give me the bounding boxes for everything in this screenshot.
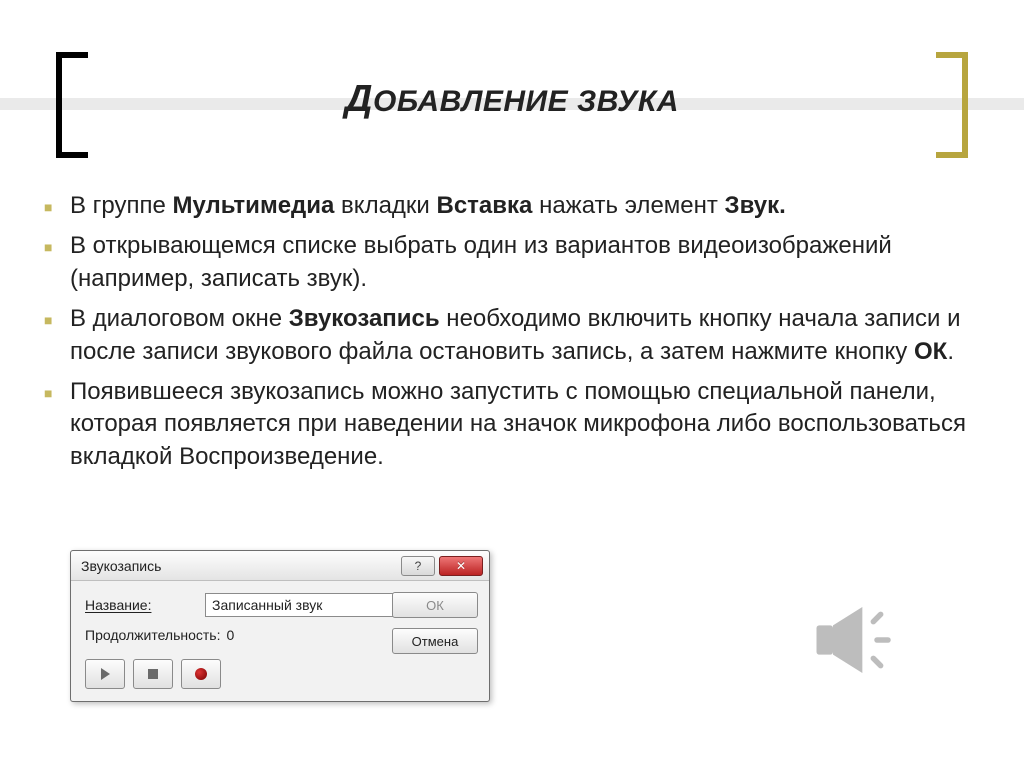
bullet-1-bold-1: Мультимедиа bbox=[173, 192, 335, 219]
transport-controls bbox=[85, 659, 477, 689]
cancel-button[interactable]: Отмена bbox=[392, 628, 478, 654]
close-icon: ✕ bbox=[456, 559, 466, 573]
bullet-3-text-3: . bbox=[947, 338, 954, 365]
bullet-1-text-3: нажать элемент bbox=[532, 192, 724, 219]
title-first-letter: Д bbox=[345, 78, 373, 120]
duration-label: Продолжительность: bbox=[85, 627, 220, 643]
help-button[interactable]: ? bbox=[401, 556, 435, 576]
bullet-3-bold-1: Звукозапись bbox=[289, 305, 440, 332]
bullet-3-bold-2: ОК bbox=[914, 338, 947, 365]
name-label: Название: bbox=[85, 597, 205, 613]
play-button[interactable] bbox=[85, 659, 125, 689]
record-icon bbox=[195, 668, 207, 680]
speaker-icon bbox=[800, 585, 910, 700]
slide-body: В группе Мультимедиа вкладки Вставка наж… bbox=[40, 190, 990, 481]
name-field-value: Записанный звук bbox=[212, 597, 322, 613]
play-icon bbox=[101, 668, 110, 680]
slide: ДОБАВЛЕНИЕ ЗВУКА В группе Мультимедиа вк… bbox=[0, 0, 1024, 768]
bullet-3: В диалоговом окне Звукозапись необходимо… bbox=[40, 303, 990, 368]
title-rest: ОБАВЛЕНИЕ ЗВУКА bbox=[373, 85, 679, 118]
bullet-1-text: В группе bbox=[70, 192, 173, 219]
stop-icon bbox=[148, 669, 158, 679]
bullet-1-bold-3: Звук. bbox=[725, 192, 786, 219]
dialog-caption: Звукозапись bbox=[81, 558, 161, 574]
bullet-1-text-2: вкладки bbox=[334, 192, 436, 219]
bullet-2: В открывающемся списке выбрать один из в… bbox=[40, 230, 990, 295]
dialog-titlebar[interactable]: Звукозапись ? ✕ bbox=[71, 551, 489, 581]
ok-button-label: ОК bbox=[426, 598, 444, 613]
record-button[interactable] bbox=[181, 659, 221, 689]
help-icon: ? bbox=[415, 559, 422, 573]
close-button[interactable]: ✕ bbox=[439, 556, 483, 576]
bullet-3-text: В диалоговом окне bbox=[70, 305, 289, 332]
bullet-4: Появившееся звукозапись можно запустить … bbox=[40, 376, 990, 473]
duration-value: 0 bbox=[226, 627, 234, 643]
ok-button[interactable]: ОК bbox=[392, 592, 478, 618]
bullet-1: В группе Мультимедиа вкладки Вставка наж… bbox=[40, 190, 990, 222]
cancel-button-label: Отмена bbox=[412, 634, 459, 649]
slide-title: ДОБАВЛЕНИЕ ЗВУКА bbox=[0, 78, 1024, 121]
bullet-1-bold-2: Вставка bbox=[437, 192, 533, 219]
stop-button[interactable] bbox=[133, 659, 173, 689]
sound-record-dialog: Звукозапись ? ✕ Название: Записанный зву… bbox=[70, 550, 490, 702]
dialog-area: Звукозапись ? ✕ Название: Записанный зву… bbox=[70, 550, 970, 702]
